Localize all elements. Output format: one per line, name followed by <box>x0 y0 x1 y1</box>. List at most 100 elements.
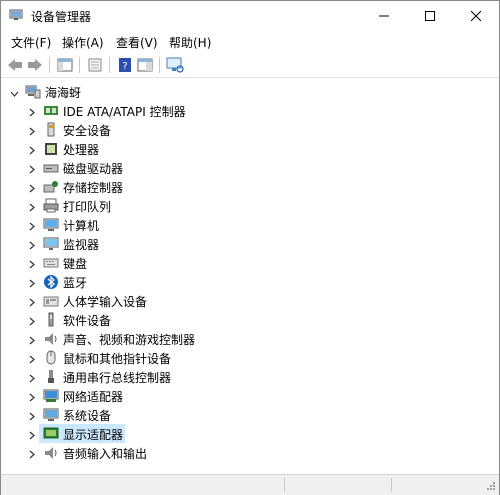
tree-item-label: IDE ATA/ATAPI 控制器 <box>63 105 186 119</box>
tree-item[interactable]: 磁盘驱动器 <box>1 158 491 177</box>
tree-item-label: 软件设备 <box>63 314 112 328</box>
window-title: 设备管理器 <box>31 10 92 24</box>
tree-item-label: 人体学输入设备 <box>63 295 148 309</box>
status-bar <box>1 474 499 495</box>
display-adapter-icon <box>43 426 59 441</box>
tree-item-label: 鼠标和其他指针设备 <box>63 352 172 366</box>
chevron-right-icon[interactable] <box>28 106 36 117</box>
action-pane-icon[interactable] <box>136 56 154 74</box>
resize-grip-icon[interactable] <box>486 480 496 494</box>
tree-item[interactable]: 软件设备 <box>1 310 491 329</box>
tree-item-label: 键盘 <box>63 257 88 271</box>
maximize-button[interactable] <box>407 1 453 31</box>
chevron-right-icon[interactable] <box>28 144 36 155</box>
tree-item[interactable]: 存储控制器 <box>1 177 491 196</box>
tree-item[interactable]: 系统设备 <box>1 405 491 424</box>
toolbar-separator <box>79 57 80 73</box>
tree-item[interactable]: 键盘 <box>1 253 491 272</box>
chevron-right-icon[interactable] <box>28 220 36 231</box>
chevron-right-icon[interactable] <box>28 315 36 326</box>
chevron-right-icon[interactable] <box>28 334 36 345</box>
tree-item-label: 安全设备 <box>63 124 112 138</box>
storage-controller-icon <box>43 179 59 194</box>
chevron-right-icon[interactable] <box>28 429 36 440</box>
svg-text:?: ? <box>122 61 127 72</box>
tree-item-label: 计算机 <box>63 219 100 233</box>
tree-item[interactable]: IDE ATA/ATAPI 控制器 <box>1 101 491 120</box>
chevron-right-icon[interactable] <box>28 258 36 269</box>
tree-item[interactable]: 蓝牙 <box>1 272 491 291</box>
tree-item-label: 显示适配器 <box>63 428 124 442</box>
network-adapter-icon <box>43 388 59 403</box>
status-segment <box>391 478 392 492</box>
security-device-icon <box>43 122 59 137</box>
toolbar-separator <box>49 57 50 73</box>
chevron-right-icon[interactable] <box>28 239 36 250</box>
menu-view[interactable]: 查看(V) <box>116 34 158 51</box>
tree-item[interactable]: 人体学输入设备 <box>1 291 491 310</box>
tree-item-label: 声音、视频和游戏控制器 <box>63 333 196 347</box>
tree-root[interactable]: 海海蚜 <box>1 82 491 101</box>
chevron-right-icon[interactable] <box>28 125 36 136</box>
printer-icon <box>43 198 59 213</box>
menu-action[interactable]: 操作(A) <box>62 34 104 51</box>
toolbar-separator <box>109 57 110 73</box>
tree-item-label: 磁盘驱动器 <box>63 162 124 176</box>
chevron-right-icon[interactable] <box>28 277 36 288</box>
tree-item[interactable]: 计算机 <box>1 215 491 234</box>
menu-bar: 文件(F) 操作(A) 查看(V) 帮助(H) <box>1 31 499 53</box>
chevron-right-icon[interactable] <box>28 410 36 421</box>
tree-item[interactable]: 监视器 <box>1 234 491 253</box>
tree-item-label: 音频输入和输出 <box>63 447 148 461</box>
bluetooth-icon <box>43 274 59 289</box>
device-manager-icon <box>9 9 23 21</box>
sound-icon <box>43 331 59 346</box>
tree-item[interactable]: 网络适配器 <box>1 386 491 405</box>
tree-item[interactable]: 处理器 <box>1 139 491 158</box>
tree-item[interactable]: 声音、视频和游戏控制器 <box>1 329 491 348</box>
close-button[interactable] <box>453 1 499 31</box>
chevron-right-icon[interactable] <box>28 296 36 307</box>
scan-hardware-icon[interactable] <box>166 56 184 74</box>
toolbar-separator <box>159 57 160 73</box>
menu-file[interactable]: 文件(F) <box>11 34 51 51</box>
chevron-right-icon[interactable] <box>28 163 36 174</box>
tree-item[interactable]: 安全设备 <box>1 120 491 139</box>
chevron-right-icon[interactable] <box>28 182 36 193</box>
help-icon[interactable]: ? <box>116 56 134 74</box>
chevron-right-icon[interactable] <box>28 353 36 364</box>
forward-icon[interactable] <box>26 56 44 74</box>
device-tree: 海海蚜 IDE ATA/ATAPI 控制器 安全设备处理器磁盘驱动器存储控制器 打印… <box>1 78 499 474</box>
chevron-right-icon[interactable] <box>28 372 36 383</box>
tree-item-label: 网络适配器 <box>63 390 124 404</box>
mouse-icon <box>43 350 59 365</box>
audio-io-icon <box>43 445 59 460</box>
monitor-icon <box>43 236 59 251</box>
chevron-right-icon[interactable] <box>28 391 36 402</box>
processor-icon <box>43 141 59 156</box>
tree-item[interactable]: 通用串行总线控制器 <box>1 367 491 386</box>
usb-icon <box>43 369 59 384</box>
show-hide-tree-icon[interactable] <box>56 56 74 74</box>
tree-item[interactable]: 鼠标和其他指针设备 <box>1 348 491 367</box>
status-segment <box>284 478 285 492</box>
toolbar: ? <box>1 53 499 78</box>
tree-item[interactable]: 显示适配器 <box>1 424 491 443</box>
tree-item-label: 处理器 <box>63 143 100 157</box>
menu-help[interactable]: 帮助(H) <box>169 34 211 51</box>
tree-item-label: 存储控制器 <box>63 181 124 195</box>
tree-item-label: 系统设备 <box>63 409 112 423</box>
tree-item[interactable]: 音频输入和输出 <box>1 443 491 462</box>
disk-drive-icon <box>43 160 59 175</box>
back-icon[interactable] <box>6 56 24 74</box>
chevron-right-icon[interactable] <box>28 201 36 212</box>
chevron-right-icon[interactable] <box>28 448 36 459</box>
chevron-down-icon[interactable] <box>10 87 19 97</box>
device-manager-window: 设备管理器 文件(F) 操作(A) 查看(V) 帮助(H) ? 海海蚜 IDE … <box>0 0 500 495</box>
title-bar[interactable]: 设备管理器 <box>1 1 499 31</box>
tree-item[interactable]: 打印队列 <box>1 196 491 215</box>
properties-icon[interactable] <box>86 56 104 74</box>
tree-item-label: 蓝牙 <box>63 276 88 290</box>
minimize-button[interactable] <box>361 1 407 31</box>
computer-root-icon <box>25 84 41 99</box>
